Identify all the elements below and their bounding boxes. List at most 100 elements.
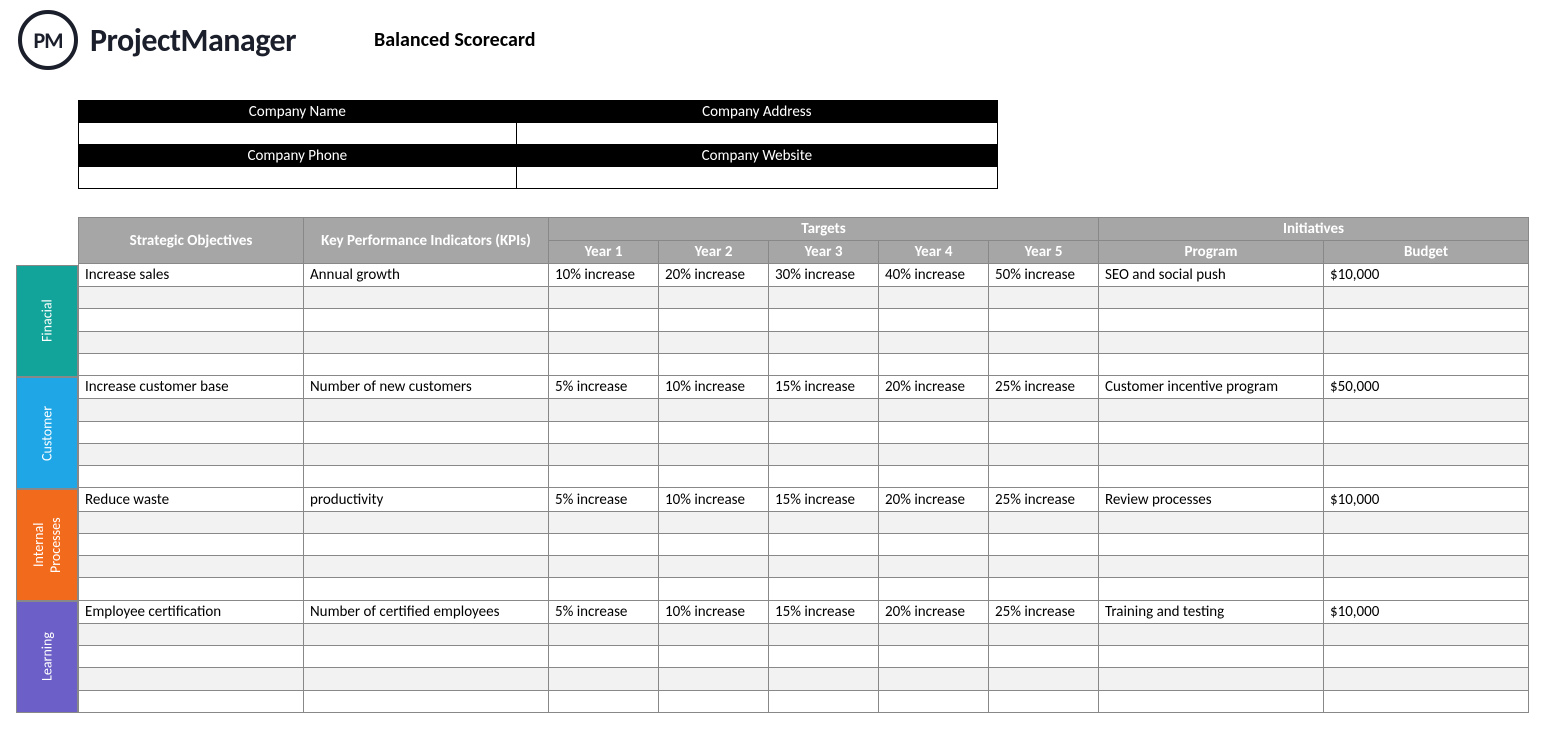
cell-year4[interactable] [879, 623, 989, 645]
cell-objective[interactable] [79, 331, 304, 353]
cell-program[interactable]: Customer incentive program [1099, 376, 1324, 399]
cell-year4[interactable] [879, 353, 989, 375]
cell-objective[interactable] [79, 399, 304, 421]
cell-year3[interactable] [769, 466, 879, 488]
cell-year2[interactable] [659, 443, 769, 465]
cell-objective[interactable] [79, 646, 304, 668]
cell-year2[interactable] [659, 646, 769, 668]
cell-year4[interactable] [879, 443, 989, 465]
cell-objective[interactable] [79, 466, 304, 488]
cell-year3[interactable] [769, 668, 879, 690]
cell-year5[interactable] [989, 578, 1099, 600]
cell-objective[interactable]: Employee certification [79, 600, 304, 623]
cell-budget[interactable] [1324, 578, 1529, 600]
company-website-value[interactable] [516, 167, 997, 189]
cell-budget[interactable] [1324, 331, 1529, 353]
cell-year3[interactable] [769, 331, 879, 353]
cell-year2[interactable] [659, 287, 769, 309]
cell-year5[interactable] [989, 556, 1099, 578]
cell-year4[interactable] [879, 421, 989, 443]
cell-budget[interactable] [1324, 511, 1529, 533]
cell-year2[interactable]: 20% increase [659, 264, 769, 287]
cell-program[interactable]: Review processes [1099, 488, 1324, 511]
cell-program[interactable] [1099, 466, 1324, 488]
cell-kpi[interactable] [304, 353, 549, 375]
cell-year2[interactable] [659, 668, 769, 690]
cell-program[interactable] [1099, 623, 1324, 645]
cell-year4[interactable]: 20% increase [879, 488, 989, 511]
cell-year5[interactable] [989, 668, 1099, 690]
cell-budget[interactable] [1324, 353, 1529, 375]
cell-year2[interactable] [659, 309, 769, 331]
cell-year5[interactable] [989, 353, 1099, 375]
cell-year2[interactable]: 10% increase [659, 488, 769, 511]
cell-year5[interactable] [989, 690, 1099, 712]
cell-budget[interactable] [1324, 466, 1529, 488]
cell-objective[interactable] [79, 421, 304, 443]
cell-program[interactable] [1099, 511, 1324, 533]
cell-kpi[interactable] [304, 287, 549, 309]
cell-year2[interactable]: 10% increase [659, 600, 769, 623]
cell-objective[interactable] [79, 623, 304, 645]
cell-year3[interactable] [769, 443, 879, 465]
cell-year3[interactable] [769, 309, 879, 331]
cell-kpi[interactable] [304, 511, 549, 533]
cell-objective[interactable] [79, 287, 304, 309]
cell-budget[interactable] [1324, 309, 1529, 331]
cell-program[interactable]: Training and testing [1099, 600, 1324, 623]
cell-year3[interactable] [769, 690, 879, 712]
cell-program[interactable] [1099, 399, 1324, 421]
cell-year4[interactable] [879, 309, 989, 331]
cell-year5[interactable] [989, 646, 1099, 668]
cell-year3[interactable]: 15% increase [769, 376, 879, 399]
cell-year2[interactable] [659, 690, 769, 712]
cell-year2[interactable] [659, 623, 769, 645]
cell-year1[interactable]: 5% increase [549, 376, 659, 399]
cell-year4[interactable] [879, 646, 989, 668]
cell-program[interactable] [1099, 533, 1324, 555]
cell-budget[interactable] [1324, 287, 1529, 309]
cell-year1[interactable]: 5% increase [549, 600, 659, 623]
cell-year3[interactable] [769, 623, 879, 645]
cell-program[interactable] [1099, 690, 1324, 712]
cell-objective[interactable]: Increase customer base [79, 376, 304, 399]
cell-year1[interactable] [549, 578, 659, 600]
cell-objective[interactable]: Reduce waste [79, 488, 304, 511]
cell-year3[interactable] [769, 533, 879, 555]
cell-kpi[interactable] [304, 646, 549, 668]
cell-objective[interactable] [79, 533, 304, 555]
cell-year5[interactable] [989, 511, 1099, 533]
cell-kpi[interactable] [304, 331, 549, 353]
cell-objective[interactable] [79, 668, 304, 690]
cell-year5[interactable] [989, 309, 1099, 331]
cell-program[interactable] [1099, 309, 1324, 331]
cell-program[interactable] [1099, 578, 1324, 600]
cell-program[interactable] [1099, 646, 1324, 668]
cell-year5[interactable] [989, 623, 1099, 645]
cell-year3[interactable]: 15% increase [769, 488, 879, 511]
cell-year4[interactable] [879, 578, 989, 600]
cell-budget[interactable] [1324, 623, 1529, 645]
cell-budget[interactable] [1324, 668, 1529, 690]
cell-kpi[interactable] [304, 443, 549, 465]
cell-year3[interactable] [769, 511, 879, 533]
cell-kpi[interactable]: Number of new customers [304, 376, 549, 399]
cell-budget[interactable]: $10,000 [1324, 488, 1529, 511]
cell-budget[interactable]: $10,000 [1324, 600, 1529, 623]
cell-year2[interactable] [659, 578, 769, 600]
cell-year4[interactable]: 20% increase [879, 376, 989, 399]
cell-kpi[interactable] [304, 556, 549, 578]
cell-year4[interactable] [879, 331, 989, 353]
cell-year3[interactable] [769, 556, 879, 578]
cell-year2[interactable] [659, 353, 769, 375]
cell-year5[interactable]: 25% increase [989, 488, 1099, 511]
cell-objective[interactable] [79, 511, 304, 533]
cell-year1[interactable] [549, 646, 659, 668]
cell-year4[interactable] [879, 690, 989, 712]
cell-objective[interactable] [79, 443, 304, 465]
company-address-value[interactable] [516, 123, 997, 145]
cell-kpi[interactable] [304, 309, 549, 331]
cell-kpi[interactable]: Number of certified employees [304, 600, 549, 623]
cell-year4[interactable]: 20% increase [879, 600, 989, 623]
cell-budget[interactable]: $10,000 [1324, 264, 1529, 287]
